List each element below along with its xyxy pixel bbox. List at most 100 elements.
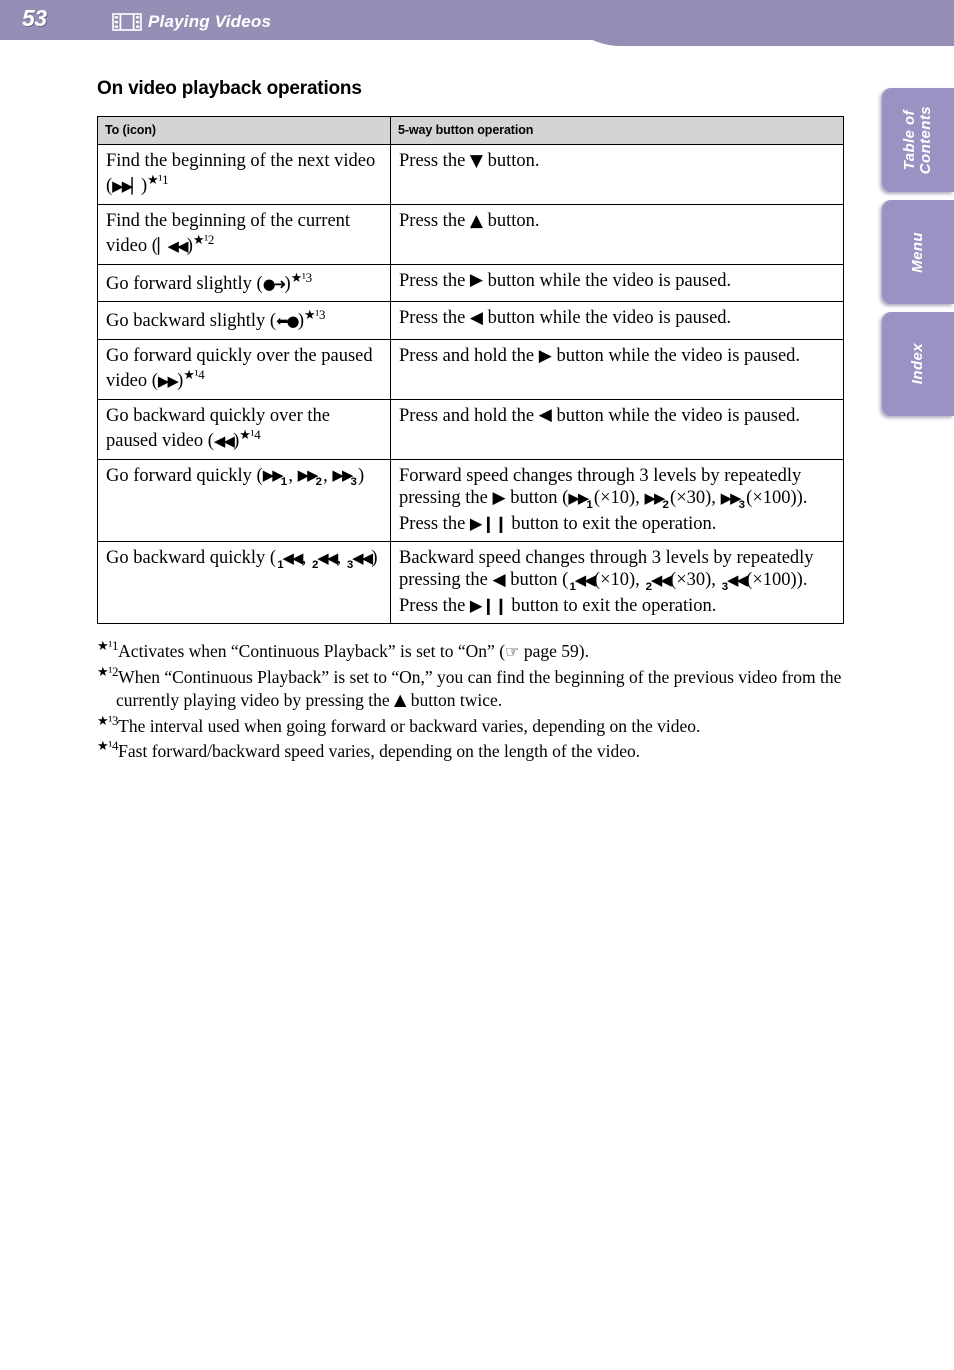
operation-text-tail: button. — [483, 151, 540, 171]
speed-multiplier-3: (×100)). — [746, 570, 808, 591]
table-row: Go backward slightly (⬅●)★¹3 Press the ◀… — [97, 301, 844, 340]
action-text: Go forward quickly ( — [106, 465, 263, 486]
operation-text: Press the — [399, 308, 470, 329]
speed-level-2: 2 — [315, 476, 323, 489]
action-text: Go backward quickly ( — [106, 548, 277, 568]
fast-rewind-icon: ◀◀ — [317, 549, 338, 567]
action-text: Go forward slightly ( — [106, 273, 263, 294]
play-pause-icon: ▶❙❙ — [469, 513, 508, 533]
operation-text: Press the — [399, 270, 470, 291]
left-arrow-icon: ◀ — [469, 308, 484, 329]
footnote-item: ★¹3The interval used when going forward … — [97, 713, 845, 738]
footnote-reference: ★¹3 — [304, 307, 326, 323]
exit-text-tail: button to exit the operation. — [506, 513, 717, 534]
footnote-marker: ★¹2 — [97, 664, 119, 680]
speed-level-3: 3 — [738, 498, 746, 511]
cell-operation: Press and hold the ▶ button while the vi… — [390, 338, 844, 400]
down-arrow-icon: ▼ — [469, 150, 484, 171]
speed-level-2: 2 — [662, 498, 669, 511]
fast-forward-icon: ▶▶ — [157, 372, 179, 390]
fast-rewind-icon: ◀◀ — [282, 549, 303, 567]
cell-operation: Backward speed changes through 3 levels … — [390, 540, 844, 625]
exit-text: Press the — [399, 595, 470, 616]
table-row: Go forward quickly (▶▶1, ▶▶2, ▶▶3) Forwa… — [97, 458, 844, 543]
next-track-icon: ▶▶▏ — [112, 178, 143, 196]
sidebar-tab-inner: Index — [882, 312, 954, 416]
cell-operation: Press the ▼ button. — [390, 144, 844, 205]
footnote-text: Fast forward/backward speed varies, depe… — [118, 740, 641, 761]
table-row: Go backward quickly over the paused vide… — [97, 398, 844, 460]
separator: , — [336, 548, 346, 568]
speed-level-1: 1 — [280, 476, 288, 489]
speed-level-1: 1 — [586, 498, 593, 511]
main-content: On video playback operations To (icon) 5… — [97, 78, 845, 764]
footnote-reference: ★¹2 — [192, 232, 215, 248]
speed-multiplier-1: (×10), — [593, 488, 645, 509]
separator: , — [288, 465, 298, 486]
operation-text-tail: button while the video is paused. — [551, 345, 801, 366]
cell-action: Go forward quickly over the paused video… — [97, 338, 391, 400]
sidebar-tab-label: Menu — [908, 231, 926, 273]
operation-text-tail: button. — [483, 210, 540, 231]
operation-text-mid: button ( — [505, 570, 569, 591]
footnote-text: Activates when “Continuous Playback” is … — [118, 641, 506, 662]
footnote-text: The interval used when going forward or … — [118, 715, 701, 736]
fast-forward-icon: ▶▶ — [297, 467, 319, 485]
fast-rewind-icon: ◀◀ — [574, 571, 596, 589]
footnote-reference: ★¹4 — [239, 427, 261, 443]
fast-forward-icon: ▶▶ — [644, 489, 665, 507]
fast-rewind-icon: ◀◀ — [650, 571, 672, 589]
left-arrow-icon: ◀ — [492, 570, 506, 591]
cell-action: Go backward quickly (1◀◀, 2◀◀, 3◀◀) — [97, 540, 391, 625]
footnote-marker: ★¹4 — [97, 738, 119, 754]
cell-action: Go forward quickly (▶▶1, ▶▶2, ▶▶3) — [97, 458, 391, 543]
pointing-hand-icon: ☞ — [505, 642, 520, 662]
cell-operation: Press and hold the ◀ button while the vi… — [390, 398, 844, 460]
action-text-close: ) — [358, 465, 365, 486]
previous-track-icon: ▏◀◀ — [157, 238, 189, 255]
fast-rewind-icon: ◀◀ — [352, 549, 373, 567]
play-pause-icon: ▶❙❙ — [469, 595, 508, 615]
exit-text: Press the — [399, 513, 470, 534]
operation-text-tail: button while the video is paused. — [551, 405, 801, 426]
table-row: Go forward slightly (●➜)★¹3 Press the ▶ … — [97, 263, 844, 303]
footnote-text-tail: button twice. — [406, 689, 503, 710]
footnote-item: ★¹1Activates when “Continuous Playback” … — [97, 638, 845, 663]
footnote-reference: ★¹4 — [183, 367, 205, 383]
operation-text: Press and hold the — [399, 345, 539, 366]
footnote-item: ★¹2When “Continuous Playback” is set to … — [97, 664, 845, 712]
page-header: 53 Playing Videos — [0, 0, 954, 46]
sidebar-tab-label: Index — [908, 343, 926, 385]
right-arrow-icon: ▶ — [469, 270, 484, 291]
cell-operation: Forward speed changes through 3 levels b… — [390, 458, 844, 543]
action-text: Go forward quickly over the paused video… — [106, 345, 373, 392]
speed-multiplier-3: (×100)). — [746, 488, 808, 509]
up-arrow-icon: ▲ — [469, 210, 484, 231]
sidebar-tab-inner: Menu — [882, 200, 954, 304]
cell-action: Go forward slightly (●➜)★¹3 — [97, 263, 391, 303]
separator: , — [301, 548, 311, 568]
left-arrow-icon: ◀ — [538, 405, 552, 426]
filmstrip-icon — [112, 13, 142, 31]
fast-forward-icon: ▶▶ — [332, 467, 353, 485]
cell-action: Go backward slightly (⬅●)★¹3 — [97, 301, 391, 340]
operation-text: Press and hold the — [399, 405, 539, 426]
sidebar-tab-table-of-contents[interactable]: Table of Contents — [882, 88, 954, 192]
page-title: Playing Videos — [148, 12, 272, 31]
column-header-to-icon: To (icon) — [97, 116, 391, 145]
section-heading: On video playback operations — [97, 78, 362, 99]
footnotes-list: ★¹1Activates when “Continuous Playback” … — [97, 638, 845, 762]
cell-action: Find the beginning of the next video (▶▶… — [97, 144, 391, 205]
cell-operation: Press the ▶ button while the video is pa… — [390, 263, 844, 303]
cell-operation: Press the ◀ button while the video is pa… — [390, 301, 844, 340]
action-text-close: ) — [371, 548, 378, 568]
footnote-text-tail: page 59). — [519, 641, 589, 662]
cell-operation: Press the ▲ button. — [390, 203, 844, 265]
speed-multiplier-2: (×30), — [670, 488, 721, 509]
table-row: Find the beginning of the next video (▶▶… — [97, 144, 844, 205]
sidebar-tab-index[interactable]: Index — [882, 312, 954, 416]
sidebar-tab-inner: Table of Contents — [882, 88, 954, 192]
step-backward-icon: ⬅● — [276, 313, 300, 331]
sidebar-tab-menu[interactable]: Menu — [882, 200, 954, 304]
speed-level-3: 3 — [350, 476, 357, 489]
